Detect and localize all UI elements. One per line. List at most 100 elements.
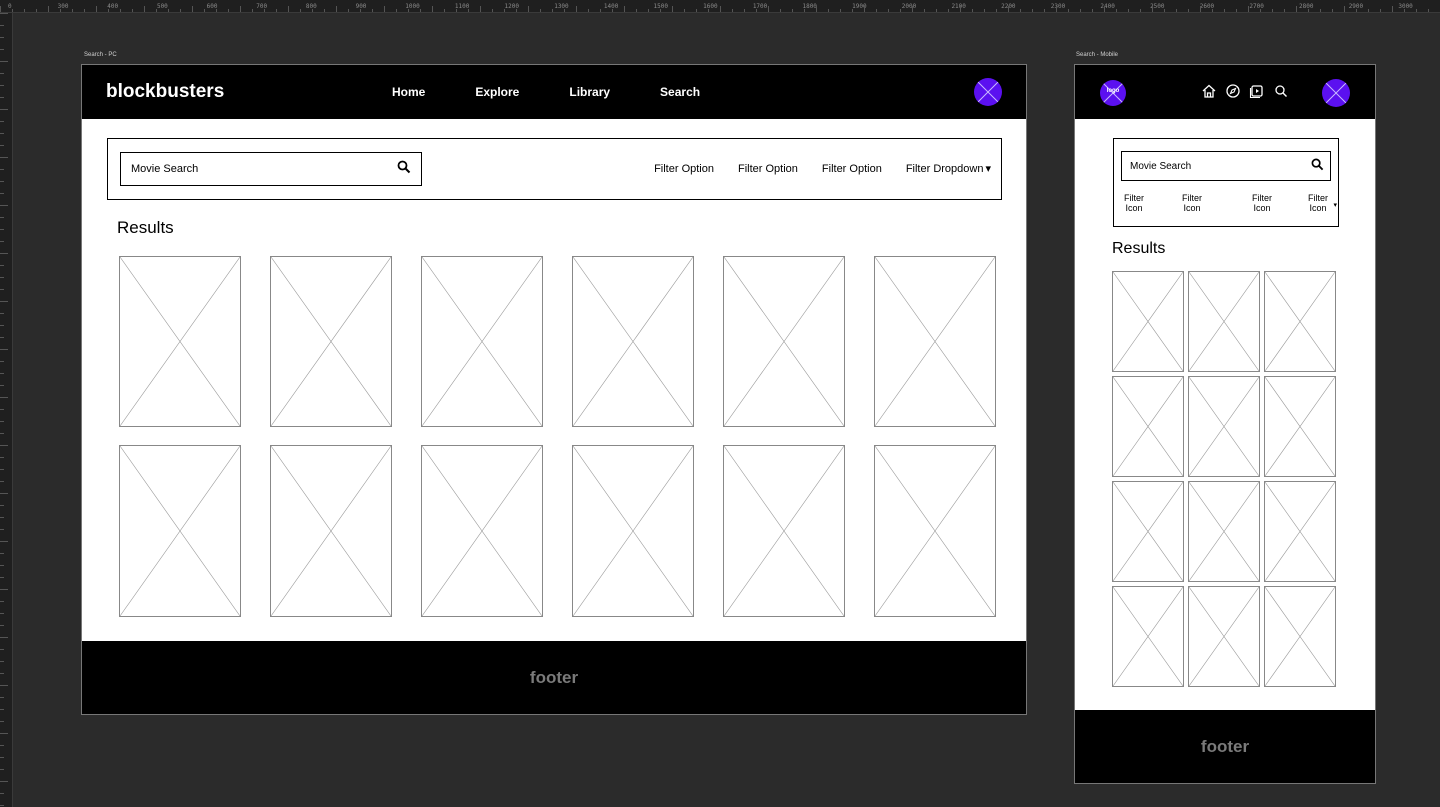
ruler-label: 1700 [752,3,768,10]
mobile-results-grid [1112,271,1338,687]
mobile-result-card[interactable] [1264,586,1336,687]
filter-icon-2[interactable]: Filter Icon [1177,193,1207,213]
image-placeholder-icon [724,257,844,426]
mobile-filter-bar: Movie Search Filter Icon Filter Icon Fil… [1113,138,1339,227]
image-placeholder-icon [1265,272,1335,371]
nav-library[interactable]: Library [569,85,610,99]
pc-filter-bar: Movie Search Filter Option Filter Option… [107,138,1002,200]
search-placeholder: Movie Search [1130,160,1192,172]
chevron-down-icon: ▾ [1333,202,1337,209]
pc-filters: Filter Option Filter Option Filter Optio… [630,139,991,198]
mobile-result-card[interactable] [1112,586,1184,687]
pc-result-card[interactable] [119,445,241,617]
pc-result-card[interactable] [723,256,845,427]
library-icon[interactable] [1249,83,1265,99]
filter-dropdown-label: Filter Dropdown [905,163,984,175]
pc-header: blockbusters Home Explore Library Search [82,65,1026,119]
mobile-result-card[interactable] [1264,481,1336,582]
filter-option-1[interactable]: Filter Option [654,163,714,175]
filter-option-2[interactable]: Filter Option [738,163,798,175]
mobile-result-card[interactable] [1188,586,1260,687]
mobile-result-card[interactable] [1112,481,1184,582]
pc-results-grid [119,256,996,620]
compass-icon[interactable] [1225,83,1241,99]
filter-dropdown[interactable]: Filter Dropdown ▾ [906,162,991,175]
filter-icon-1[interactable]: Filter Icon [1119,193,1149,213]
mobile-result-card[interactable] [1188,271,1260,372]
image-placeholder-icon [1189,377,1259,476]
avatar-placeholder-icon [1322,79,1350,107]
pc-result-card[interactable] [421,445,543,617]
image-placeholder-icon [875,446,995,616]
nav-explore[interactable]: Explore [475,85,519,99]
pc-footer: footer [82,641,1026,714]
mobile-result-card[interactable] [1264,376,1336,477]
search-icon[interactable] [1273,83,1289,99]
ruler-label: 1600 [703,3,718,10]
image-placeholder-icon [120,446,240,616]
ruler-label: 1300 [554,3,569,10]
footer-label: footer [529,667,579,687]
image-placeholder-icon [724,446,844,616]
mobile-result-card[interactable] [1112,271,1184,372]
avatar-placeholder-icon [974,78,1002,106]
user-avatar[interactable] [974,78,1002,106]
chevron-down-icon: ▾ [985,163,991,175]
pc-result-card[interactable] [270,445,392,617]
search-placeholder: Movie Search [131,163,199,175]
ruler-top: 0 300 400 500 600 700 800 900 1000 1100 1200 1300 14… [0,0,1440,13]
artboard-mobile: logo Movie Search Filter Icon Filter Ico… [1074,64,1376,784]
image-placeholder-icon [1113,272,1183,371]
ruler-label: 2800 [1299,3,1314,10]
pc-result-card[interactable] [723,445,845,617]
image-placeholder-icon [271,257,391,426]
pc-result-card[interactable] [874,256,996,427]
mobile-result-card[interactable] [1112,376,1184,477]
mobile-result-card[interactable] [1188,376,1260,477]
pc-result-card[interactable] [270,256,392,427]
ruler-label: 2400 [1100,3,1115,10]
artboard-label-pc: Search - PC [84,52,117,58]
mobile-result-card[interactable] [1188,481,1260,582]
pc-logo[interactable]: blockbusters [106,81,224,103]
image-placeholder-icon [1113,482,1183,581]
nav-home[interactable]: Home [392,85,425,99]
pc-result-card[interactable] [572,445,694,617]
pc-result-card[interactable] [572,256,694,427]
footer-label: footer [1200,736,1250,756]
mobile-filters: Filter Icon Filter Icon Filter Icon Filt… [1119,193,1337,221]
artboard-label-mobile: Search - Mobile [1076,52,1119,58]
pc-result-card[interactable] [874,445,996,617]
image-placeholder-icon [271,446,391,616]
mobile-logo[interactable]: logo [1100,80,1126,106]
ruler-label: 2700 [1249,3,1264,10]
image-placeholder-icon [1189,587,1259,686]
mobile-result-card[interactable] [1264,271,1336,372]
mobile-user-avatar[interactable] [1322,79,1350,107]
ruler-left [0,13,13,807]
image-placeholder-icon [1265,587,1335,686]
image-placeholder-icon [422,446,542,616]
pc-result-card[interactable] [119,256,241,427]
image-placeholder-icon [1189,272,1259,371]
filter-dropdown-mobile[interactable]: Filter Icon ▾ [1303,193,1337,213]
mobile-search-input[interactable]: Movie Search [1121,151,1331,181]
image-placeholder-icon [573,257,693,426]
ruler-label: 900 [355,3,367,10]
artboard-pc: blockbusters Home Explore Library Search… [81,64,1027,715]
nav-search[interactable]: Search [660,85,700,99]
ruler-label: 2000 [901,3,917,10]
search-icon[interactable] [397,160,411,174]
search-icon[interactable] [1311,158,1324,171]
home-icon[interactable] [1201,83,1217,99]
pc-results-title: Results [117,218,174,237]
logo-text: logo [1106,88,1120,94]
filter-option-3[interactable]: Filter Option [822,163,882,175]
filter-icon-4: Filter Icon [1308,193,1328,213]
filter-icon-3[interactable]: Filter Icon [1247,193,1277,213]
pc-result-card[interactable] [421,256,543,427]
image-placeholder-icon [875,257,995,426]
pc-search-input[interactable]: Movie Search [120,152,422,186]
image-placeholder-icon [1265,377,1335,476]
image-placeholder-icon [573,446,693,616]
